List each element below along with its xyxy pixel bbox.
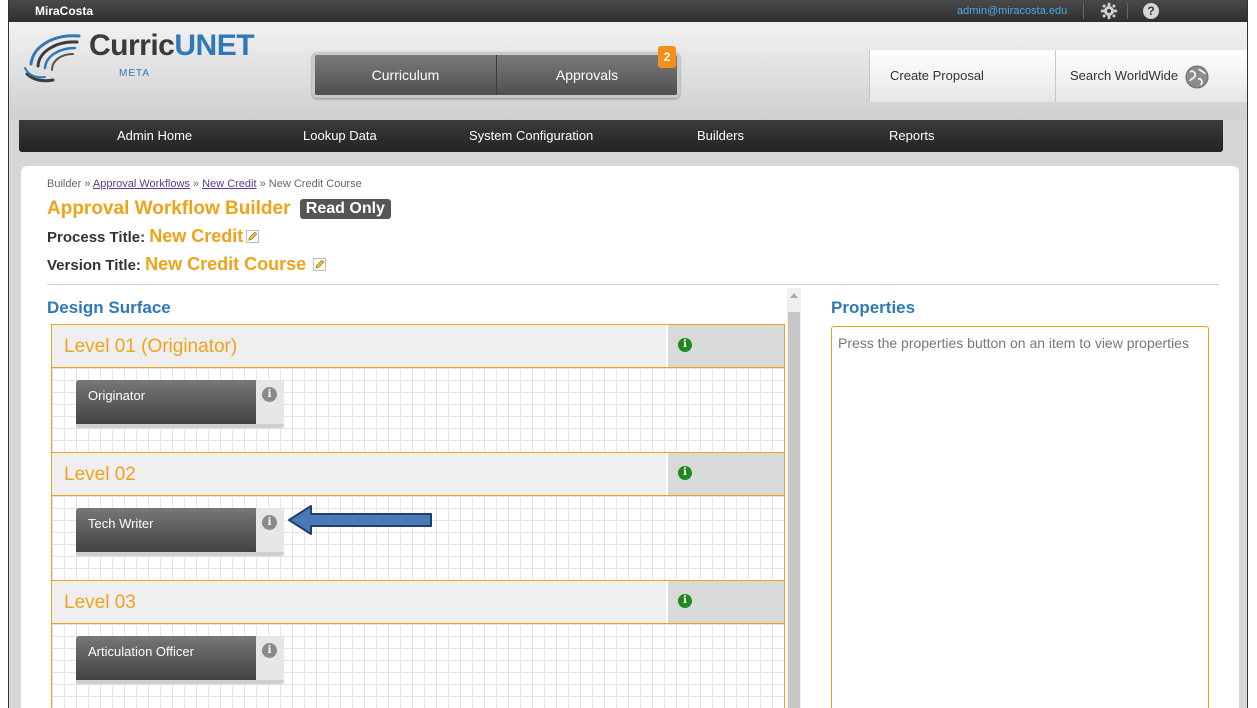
nav-admin-home[interactable]: Admin Home	[117, 128, 192, 143]
edit-pencil-icon[interactable]	[246, 230, 260, 243]
breadcrumb-root: Builder	[47, 178, 82, 190]
search-worldwide-label: Search WorldWide	[1070, 68, 1179, 83]
gear-icon[interactable]	[1100, 2, 1118, 20]
create-proposal-label: Create Proposal	[890, 68, 984, 83]
approvals-count-badge: 2	[658, 46, 676, 68]
read-only-badge: Read Only	[299, 199, 391, 219]
scroll-up-arrow[interactable]	[790, 293, 798, 298]
level-info-icon[interactable]: i	[678, 466, 692, 480]
nav-system-configuration[interactable]: System Configuration	[469, 128, 593, 143]
version-title-label: Version Title:	[47, 257, 141, 274]
workflow-step-articulation-officer[interactable]: Articulation Officer i	[76, 636, 284, 684]
step-info-icon[interactable]: i	[262, 387, 277, 402]
level-name: Level 01 (Originator)	[64, 336, 238, 357]
breadcrumb-current: New Credit Course	[268, 178, 362, 190]
breadcrumb-sep: »	[192, 178, 200, 190]
page-title-text: Approval Workflow Builder	[47, 198, 291, 219]
main-nav: Curriculum Approvals	[312, 52, 680, 98]
properties-panel: Press the properties button on an item t…	[831, 326, 1209, 708]
properties-hint: Press the properties button on an item t…	[838, 335, 1189, 351]
brand-tagline: META	[119, 68, 151, 79]
annotation-arrow	[288, 505, 432, 535]
tab-curriculum[interactable]: Curriculum	[315, 55, 496, 95]
breadcrumb-new-credit-link[interactable]: New Credit	[202, 178, 256, 190]
level-header: Level 01 (Originator) i	[51, 324, 785, 368]
step-footer	[76, 424, 284, 428]
workflow-step-tech-writer[interactable]: Tech Writer i	[76, 508, 284, 556]
level-name: Level 03	[64, 592, 136, 613]
step-footer	[76, 552, 284, 556]
create-proposal-button[interactable]: Create Proposal	[869, 50, 1055, 102]
step-name: Tech Writer	[88, 516, 154, 531]
step-name: Originator	[88, 388, 146, 403]
breadcrumb-sep: »	[259, 178, 266, 190]
process-title-label: Process Title:	[47, 229, 146, 246]
separator	[1127, 3, 1128, 19]
design-surface-title: Design Surface	[47, 298, 171, 317]
separator	[1083, 3, 1084, 19]
level-drop-area: Originator i	[51, 368, 785, 452]
breadcrumb: Builder » Approval Workflows » New Credi…	[47, 178, 362, 190]
tab-approvals[interactable]: Approvals	[497, 55, 677, 95]
level-header: Level 03 i	[51, 580, 785, 624]
page-title: Approval Workflow Builder Read Only	[47, 198, 391, 220]
step-name: Articulation Officer	[88, 644, 194, 659]
content-panel: Builder » Approval Workflows » New Credi…	[21, 166, 1239, 708]
version-title-row: Version Title: New Credit Course	[47, 254, 327, 275]
properties-title: Properties	[831, 298, 916, 317]
step-info-icon[interactable]: i	[262, 515, 277, 530]
edit-pencil-icon[interactable]	[313, 258, 327, 271]
scroll-thumb[interactable]	[788, 312, 800, 708]
brand-name[interactable]: CurricUNET	[89, 29, 255, 63]
step-info-icon[interactable]: i	[262, 643, 277, 658]
step-footer	[76, 680, 284, 684]
globe-icon	[1185, 65, 1209, 89]
breadcrumb-approval-workflows-link[interactable]: Approval Workflows	[93, 178, 190, 190]
level-info-icon[interactable]: i	[678, 338, 692, 352]
process-title-row: Process Title: New Credit	[47, 226, 260, 247]
divider	[47, 284, 1219, 285]
version-title-value: New Credit Course	[145, 254, 307, 274]
level-info-icon[interactable]: i	[678, 594, 692, 608]
curricunet-logo-icon	[24, 34, 81, 83]
level-drop-area: Articulation Officer i	[51, 624, 785, 708]
org-name: MiraCosta	[35, 4, 94, 18]
level-name: Level 02	[64, 464, 136, 485]
process-title-value: New Credit	[149, 226, 244, 246]
workflow-step-originator[interactable]: Originator i	[76, 380, 284, 428]
user-email-link[interactable]: admin@miracosta.edu	[957, 5, 1067, 17]
nav-builders[interactable]: Builders	[697, 128, 744, 143]
nav-lookup-data[interactable]: Lookup Data	[303, 128, 377, 143]
level-header: Level 02 i	[51, 452, 785, 496]
nav-reports[interactable]: Reports	[889, 128, 935, 143]
admin-nav-bar: Admin Home Lookup Data System Configurat…	[19, 120, 1223, 152]
design-surface-scrollbar[interactable]	[787, 288, 801, 708]
search-worldwide-button[interactable]: Search WorldWide	[1055, 50, 1247, 102]
breadcrumb-sep: »	[84, 178, 91, 190]
top-bar: MiraCosta admin@miracosta.edu ?	[9, 0, 1247, 22]
header: CurricUNET META Curriculum Approvals 2 C…	[9, 22, 1247, 120]
help-icon[interactable]: ?	[1143, 3, 1159, 19]
app-window: MiraCosta admin@miracosta.edu ? CurricUN…	[8, 0, 1248, 708]
